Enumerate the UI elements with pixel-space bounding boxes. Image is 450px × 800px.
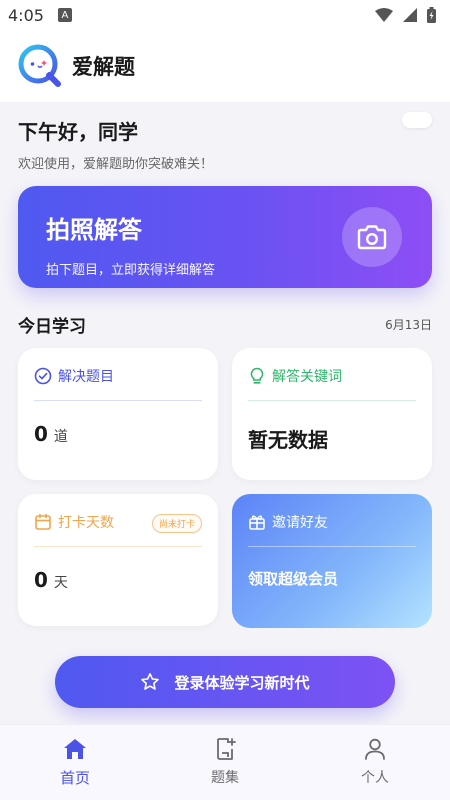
theme-toggle[interactable] xyxy=(402,112,432,128)
app-header: 爱解题 xyxy=(0,30,450,102)
app-logo-icon xyxy=(18,44,61,87)
battery-icon xyxy=(427,7,436,23)
checkin-status-badge: 尚未打卡 xyxy=(151,514,202,533)
greeting-subtitle: 欢迎使用，爱解题助你突破难关！ xyxy=(18,157,214,172)
check-circle-icon xyxy=(34,367,52,385)
home-icon xyxy=(64,739,86,759)
login-button-label: 登录体验学习新时代 xyxy=(174,673,310,692)
nav-profile-label: 个人 xyxy=(361,770,389,786)
photo-answer-card[interactable]: 拍照解答 拍下题目，立即获得详细解答 xyxy=(18,186,432,288)
invite-friends-header: 邀请好友 xyxy=(248,512,328,532)
camera-icon xyxy=(357,225,387,250)
status-time: 4:05 xyxy=(8,5,44,25)
notification-a-icon: A xyxy=(57,8,72,22)
app-title: 爱解题 xyxy=(72,55,135,79)
answer-keywords-card[interactable]: 解答关键词 暂无数据 xyxy=(232,348,432,480)
invite-friends-card[interactable]: 邀请好友 领取超级会员 xyxy=(232,494,432,628)
camera-button[interactable] xyxy=(342,207,402,267)
card-divider xyxy=(34,546,202,547)
today-date: 6月13日 xyxy=(385,318,432,332)
status-bar: 4:05 A xyxy=(0,0,450,30)
wifi-icon xyxy=(375,8,393,22)
invite-friends-label: 邀请好友 xyxy=(272,515,328,531)
answer-keywords-value: 暂无数据 xyxy=(248,428,328,452)
checkin-days-header: 打卡天数 xyxy=(34,512,114,532)
checkin-count: 0 xyxy=(34,568,48,592)
greeting-title: 下午好，同学 xyxy=(18,120,138,144)
card-divider xyxy=(248,546,416,547)
solved-unit: 道 xyxy=(53,429,68,445)
answer-keywords-header: 解答关键词 xyxy=(248,366,342,386)
login-button[interactable]: 登录体验学习新时代 xyxy=(55,656,395,708)
question-set-icon xyxy=(217,738,236,760)
lightbulb-icon xyxy=(250,367,264,384)
card-divider xyxy=(34,400,202,401)
nav-home[interactable]: 首页 xyxy=(20,737,130,788)
solved-count: 0 xyxy=(34,422,48,446)
checkin-days-card[interactable]: 打卡天数 尚未打卡 0 天 xyxy=(18,494,218,626)
card-divider xyxy=(248,400,416,401)
solved-questions-card[interactable]: 解决题目 0 道 xyxy=(18,348,218,480)
nav-question-set[interactable]: 题集 xyxy=(170,737,280,787)
person-icon xyxy=(365,738,385,760)
star-icon xyxy=(141,673,160,690)
today-study-title: 今日学习 xyxy=(18,317,86,337)
checkin-days-label: 打卡天数 xyxy=(58,515,114,531)
nav-home-label: 首页 xyxy=(59,769,90,787)
nav-profile[interactable]: 个人 xyxy=(320,737,430,787)
signal-icon xyxy=(403,8,417,22)
solved-questions-value: 0 道 xyxy=(34,422,68,446)
checkin-days-value: 0 天 xyxy=(34,568,68,592)
nav-question-set-label: 题集 xyxy=(211,770,239,786)
gift-icon xyxy=(249,515,265,530)
solved-questions-label: 解决题目 xyxy=(58,369,114,385)
answer-keywords-label: 解答关键词 xyxy=(272,369,342,385)
claim-vip-link[interactable]: 领取超级会员 xyxy=(248,568,338,589)
calendar-icon xyxy=(35,513,51,530)
solved-questions-header: 解决题目 xyxy=(34,366,114,386)
checkin-unit: 天 xyxy=(53,575,68,591)
status-icons xyxy=(375,7,436,23)
greeting: 下午好，同学 欢迎使用，爱解题助你突破难关！ xyxy=(18,116,213,172)
bottom-nav: 首页 题集 个人 xyxy=(0,724,450,800)
today-study-header: 今日学习 6月13日 xyxy=(18,312,432,337)
